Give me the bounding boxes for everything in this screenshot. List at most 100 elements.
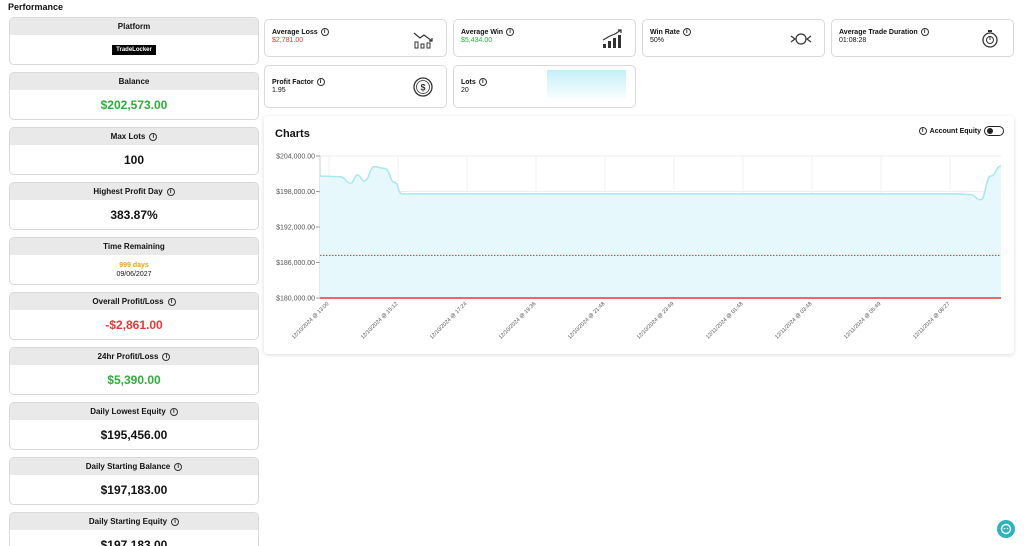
average-loss-card: Average Loss i $2,781.00: [264, 19, 447, 57]
info-icon[interactable]: i: [478, 78, 487, 86]
equity-area: [320, 166, 1001, 298]
highest-profit-day-card: Highest Profit Day i 383.87%: [9, 182, 259, 230]
info-icon[interactable]: i: [162, 352, 171, 361]
info-icon[interactable]: i: [171, 517, 180, 526]
y-tick-label: $192,000.00: [276, 225, 315, 232]
x-tick-label: 12/11/2024 @ 03:48: [774, 301, 813, 340]
chart-down-icon: [413, 32, 433, 49]
daily-starting-equity-label: Daily Starting Equity: [88, 517, 168, 526]
x-tick-label: 12/10/2024 @ 15:12: [360, 301, 400, 341]
svg-text:$: $: [420, 83, 425, 93]
card-header: Daily Starting Balance i: [10, 458, 258, 475]
card-body: $5,390.00: [10, 365, 258, 394]
average-win-card: Average Win i $5,434.00: [453, 19, 636, 57]
average-loss-label: Average Loss: [272, 28, 318, 36]
info-icon[interactable]: i: [920, 28, 929, 36]
card-body: TradeLocker: [10, 35, 258, 64]
y-tick-label: $180,000.00: [276, 296, 315, 303]
card-body: -$2,861.00: [10, 310, 258, 339]
card-body: $202,573.00: [10, 90, 258, 119]
info-icon[interactable]: i: [169, 407, 178, 416]
daily-starting-balance-card: Daily Starting Balance i $197,183.00: [9, 457, 259, 505]
card-header: Balance: [10, 73, 258, 90]
account-equity-label: Account Equity: [929, 127, 981, 135]
daily-starting-equity-card: Daily Starting Equity i $197,183.00: [9, 512, 259, 546]
info-icon[interactable]: i: [918, 127, 927, 135]
balance-label: Balance: [118, 77, 150, 86]
time-remaining-label: Time Remaining: [103, 242, 165, 251]
help-chat-button[interactable]: [997, 520, 1015, 538]
card-body: $197,183.00: [10, 475, 258, 504]
daily-lowest-equity-label: Daily Lowest Equity: [90, 407, 166, 416]
balance-card: Balance $202,573.00: [9, 72, 259, 120]
info-icon[interactable]: i: [167, 297, 176, 306]
x-tick-label: 12/11/2024 @ 08:27: [912, 301, 951, 340]
chart-up-icon: [602, 29, 622, 48]
time-remaining-card: Time Remaining 999 days 09/06/2027: [9, 237, 259, 285]
x-tick-label: 12/10/2024 @ 19:36: [498, 301, 538, 341]
average-win-label: Average Win: [461, 28, 504, 36]
x-tick-label: 12/11/2024 @ 05:49: [843, 301, 882, 340]
win-rate-label: Win Rate: [650, 28, 680, 36]
win-rate-card: Win Rate i 50%: [642, 19, 825, 57]
x-tick-label: 12/10/2024 @ 21:48: [567, 301, 607, 341]
profit-factor-card: Profit Factor i 1.95 $: [264, 65, 447, 108]
24hr-profit-loss-value: $5,390.00: [107, 372, 161, 387]
x-tick-label: 12/10/2024 @ 17:24: [429, 301, 469, 341]
account-equity-toggle-group: i Account Equity: [918, 126, 1004, 136]
card-body: $197,183.00: [10, 530, 258, 546]
average-trade-duration-card: Average Trade Duration i 01:08:28: [831, 19, 1014, 57]
x-tick-label: 12/11/2024 @ 01:48: [705, 301, 744, 340]
card-header: Platform: [10, 18, 258, 35]
card-header: Overall Profit/Loss i: [10, 293, 258, 310]
max-lots-value: 100: [123, 152, 145, 167]
overall-profit-loss-label: Overall Profit/Loss: [92, 297, 164, 306]
equity-chart: $204,000.00 $198,000.00 $192,000.00 $186,00…: [276, 154, 1002, 341]
info-icon[interactable]: i: [320, 28, 329, 36]
daily-starting-balance-value: $197,183.00: [100, 482, 168, 497]
card-header: Daily Lowest Equity i: [10, 403, 258, 420]
balance-value: $202,573.00: [100, 97, 168, 112]
platform-label: Platform: [117, 22, 151, 31]
info-icon[interactable]: i: [316, 78, 325, 86]
card-header: Time Remaining: [10, 238, 258, 255]
card-body: 100: [10, 145, 258, 174]
card-header: Highest Profit Day i: [10, 183, 258, 200]
info-icon[interactable]: i: [506, 28, 515, 36]
daily-lowest-equity-card: Daily Lowest Equity i $195,456.00: [9, 402, 259, 450]
overall-profit-loss-card: Overall Profit/Loss i -$2,861.00: [9, 292, 259, 340]
profit-factor-label: Profit Factor: [272, 78, 314, 86]
24hr-profit-loss-card: 24hr Profit/Loss i $5,390.00: [9, 347, 259, 395]
lots-card: Lots i 20: [453, 65, 636, 108]
platform-card: Platform TradeLocker: [9, 17, 259, 65]
y-tick-label: $186,000.00: [276, 260, 315, 267]
card-body: 999 days 09/06/2027: [10, 255, 258, 284]
daily-starting-equity-value: $197,183.00: [100, 537, 168, 546]
overall-profit-loss-value: -$2,861.00: [105, 317, 163, 332]
time-remaining-value: 999 days: [119, 261, 149, 269]
y-tick-label: $204,000.00: [276, 154, 315, 161]
daily-starting-balance-label: Daily Starting Balance: [85, 462, 171, 471]
info-icon[interactable]: i: [174, 462, 183, 471]
target-arrows-icon: [790, 33, 812, 45]
x-tick-label: 12/10/2024 @ 23:49: [636, 301, 676, 341]
account-equity-toggle[interactable]: [984, 126, 1004, 136]
y-tick-label: $198,000.00: [276, 189, 315, 196]
end-date: 09/06/2027: [116, 270, 152, 278]
card-header: Daily Starting Equity i: [10, 513, 258, 530]
card-body: $195,456.00: [10, 420, 258, 449]
dollar-coin-icon: $: [413, 77, 433, 97]
card-header: Max Lots i: [10, 128, 258, 145]
charts-title: Charts: [275, 128, 310, 140]
chat-face-icon: [1000, 523, 1012, 535]
lots-label: Lots: [461, 78, 476, 86]
stopwatch-icon: [982, 30, 998, 48]
platform-value: TradeLocker: [112, 44, 156, 55]
toggle-knob: [987, 128, 993, 134]
info-icon[interactable]: i: [682, 28, 691, 36]
charts-panel: $204,000.00 $198,000.00 $192,000.00 $186,00…: [264, 116, 1014, 354]
info-icon[interactable]: i: [149, 132, 158, 141]
info-icon[interactable]: i: [166, 187, 175, 196]
card-header: 24hr Profit/Loss i: [10, 348, 258, 365]
max-lots-card: Max Lots i 100: [9, 127, 259, 175]
